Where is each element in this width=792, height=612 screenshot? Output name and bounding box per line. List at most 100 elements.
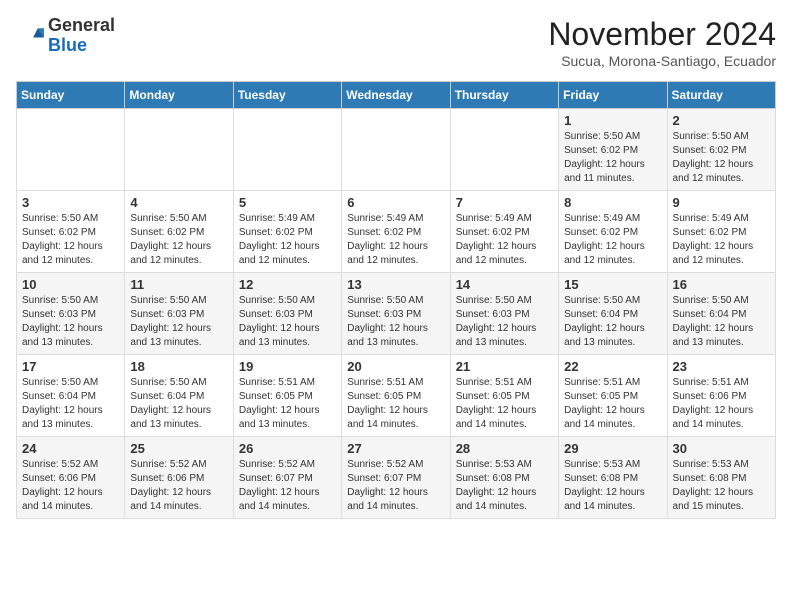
title-area: November 2024 Sucua, Morona-Santiago, Ec… — [548, 16, 776, 69]
day-info: Sunrise: 5:49 AM Sunset: 6:02 PM Dayligh… — [456, 212, 553, 268]
day-info: Sunrise: 5:50 AM Sunset: 6:02 PM Dayligh… — [22, 212, 119, 268]
calendar-cell: 2 Sunrise: 5:50 AM Sunset: 6:02 PM Daylig… — [667, 109, 775, 191]
logo-icon — [16, 22, 44, 50]
calendar-cell: 8 Sunrise: 5:49 AM Sunset: 6:02 PM Daylig… — [559, 191, 667, 273]
day-info: Sunrise: 5:52 AM Sunset: 6:06 PM Dayligh… — [130, 458, 227, 514]
day-number: 19 — [239, 359, 336, 374]
calendar-cell: 10Sunrise: 5:50 AM Sunset: 6:03 PM Dayli… — [17, 273, 125, 355]
day-number: 6 — [347, 195, 444, 210]
day-number: 16 — [673, 277, 770, 292]
calendar-cell: 23 Sunrise: 5:51 AM Sunset: 6:06 PM Dayli… — [667, 355, 775, 437]
calendar-cell: 9 Sunrise: 5:49 AM Sunset: 6:02 PM Daylig… — [667, 191, 775, 273]
calendar-week-row: 17 Sunrise: 5:50 AM Sunset: 6:04 PM Dayli… — [17, 355, 776, 437]
calendar-cell: 18 Sunrise: 5:50 AM Sunset: 6:04 PM Dayli… — [125, 355, 233, 437]
calendar-cell: 6 Sunrise: 5:49 AM Sunset: 6:02 PM Daylig… — [342, 191, 450, 273]
calendar-cell: 21 Sunrise: 5:51 AM Sunset: 6:05 PM Dayli… — [450, 355, 558, 437]
day-info: Sunrise: 5:50 AM Sunset: 6:02 PM Dayligh… — [130, 212, 227, 268]
day-info: Sunrise: 5:53 AM Sunset: 6:08 PM Dayligh… — [564, 458, 661, 514]
header: General Blue November 2024 Sucua, Morona… — [16, 16, 776, 69]
calendar-cell: 11 Sunrise: 5:50 AM Sunset: 6:03 PM Dayli… — [125, 273, 233, 355]
day-info: Sunrise: 5:51 AM Sunset: 6:05 PM Dayligh… — [347, 376, 444, 432]
day-info: Sunrise: 5:51 AM Sunset: 6:05 PM Dayligh… — [564, 376, 661, 432]
calendar-week-row: 3 Sunrise: 5:50 AM Sunset: 6:02 PM Daylig… — [17, 191, 776, 273]
calendar-table: SundayMondayTuesdayWednesdayThursdayFrid… — [16, 81, 776, 519]
calendar-cell: 28Sunrise: 5:53 AM Sunset: 6:08 PM Dayli… — [450, 437, 558, 519]
day-info: Sunrise: 5:50 AM Sunset: 6:04 PM Dayligh… — [673, 294, 770, 350]
day-number: 7 — [456, 195, 553, 210]
day-info: Sunrise: 5:49 AM Sunset: 6:02 PM Dayligh… — [673, 212, 770, 268]
day-number: 1 — [564, 113, 661, 128]
day-info: Sunrise: 5:50 AM Sunset: 6:03 PM Dayligh… — [347, 294, 444, 350]
day-number: 17 — [22, 359, 119, 374]
day-info: Sunrise: 5:49 AM Sunset: 6:02 PM Dayligh… — [347, 212, 444, 268]
calendar-cell: 19 Sunrise: 5:51 AM Sunset: 6:05 PM Dayli… — [233, 355, 341, 437]
day-number: 9 — [673, 195, 770, 210]
day-number: 12 — [239, 277, 336, 292]
day-number: 8 — [564, 195, 661, 210]
day-number: 18 — [130, 359, 227, 374]
calendar-cell: 15 Sunrise: 5:50 AM Sunset: 6:04 PM Dayli… — [559, 273, 667, 355]
day-number: 23 — [673, 359, 770, 374]
day-info: Sunrise: 5:50 AM Sunset: 6:02 PM Dayligh… — [673, 130, 770, 186]
day-info: Sunrise: 5:50 AM Sunset: 6:04 PM Dayligh… — [22, 376, 119, 432]
calendar-cell — [342, 109, 450, 191]
calendar-cell: 13 Sunrise: 5:50 AM Sunset: 6:03 PM Dayli… — [342, 273, 450, 355]
calendar-cell: 7 Sunrise: 5:49 AM Sunset: 6:02 PM Daylig… — [450, 191, 558, 273]
calendar-week-row: 1 Sunrise: 5:50 AM Sunset: 6:02 PM Daylig… — [17, 109, 776, 191]
day-info: Sunrise: 5:49 AM Sunset: 6:02 PM Dayligh… — [239, 212, 336, 268]
calendar-cell: 26 Sunrise: 5:52 AM Sunset: 6:07 PM Dayli… — [233, 437, 341, 519]
day-number: 4 — [130, 195, 227, 210]
day-number: 11 — [130, 277, 227, 292]
day-number: 20 — [347, 359, 444, 374]
logo-blue: Blue — [48, 36, 115, 56]
subtitle: Sucua, Morona-Santiago, Ecuador — [548, 53, 776, 69]
weekday-header: Friday — [559, 82, 667, 109]
calendar-cell: 22Sunrise: 5:51 AM Sunset: 6:05 PM Dayli… — [559, 355, 667, 437]
day-number: 13 — [347, 277, 444, 292]
calendar-cell: 30Sunrise: 5:53 AM Sunset: 6:08 PM Dayli… — [667, 437, 775, 519]
calendar-header: SundayMondayTuesdayWednesdayThursdayFrid… — [17, 82, 776, 109]
weekday-header: Sunday — [17, 82, 125, 109]
day-info: Sunrise: 5:52 AM Sunset: 6:07 PM Dayligh… — [347, 458, 444, 514]
calendar-cell: 5 Sunrise: 5:49 AM Sunset: 6:02 PM Daylig… — [233, 191, 341, 273]
calendar-cell: 25 Sunrise: 5:52 AM Sunset: 6:06 PM Dayli… — [125, 437, 233, 519]
day-number: 3 — [22, 195, 119, 210]
weekday-header: Monday — [125, 82, 233, 109]
calendar-body: 1 Sunrise: 5:50 AM Sunset: 6:02 PM Daylig… — [17, 109, 776, 519]
day-info: Sunrise: 5:51 AM Sunset: 6:06 PM Dayligh… — [673, 376, 770, 432]
day-number: 26 — [239, 441, 336, 456]
day-info: Sunrise: 5:49 AM Sunset: 6:02 PM Dayligh… — [564, 212, 661, 268]
day-number: 24 — [22, 441, 119, 456]
day-info: Sunrise: 5:51 AM Sunset: 6:05 PM Dayligh… — [456, 376, 553, 432]
calendar-week-row: 10Sunrise: 5:50 AM Sunset: 6:03 PM Dayli… — [17, 273, 776, 355]
day-number: 27 — [347, 441, 444, 456]
calendar-cell: 27 Sunrise: 5:52 AM Sunset: 6:07 PM Dayli… — [342, 437, 450, 519]
calendar-cell: 16 Sunrise: 5:50 AM Sunset: 6:04 PM Dayli… — [667, 273, 775, 355]
calendar-cell: 29Sunrise: 5:53 AM Sunset: 6:08 PM Dayli… — [559, 437, 667, 519]
calendar-cell: 20 Sunrise: 5:51 AM Sunset: 6:05 PM Dayli… — [342, 355, 450, 437]
day-info: Sunrise: 5:50 AM Sunset: 6:04 PM Dayligh… — [130, 376, 227, 432]
calendar-week-row: 24 Sunrise: 5:52 AM Sunset: 6:06 PM Dayli… — [17, 437, 776, 519]
weekday-header: Tuesday — [233, 82, 341, 109]
day-number: 25 — [130, 441, 227, 456]
day-info: Sunrise: 5:52 AM Sunset: 6:06 PM Dayligh… — [22, 458, 119, 514]
day-number: 5 — [239, 195, 336, 210]
weekday-header: Saturday — [667, 82, 775, 109]
day-info: Sunrise: 5:51 AM Sunset: 6:05 PM Dayligh… — [239, 376, 336, 432]
calendar-cell: 3 Sunrise: 5:50 AM Sunset: 6:02 PM Daylig… — [17, 191, 125, 273]
logo-general: General — [48, 16, 115, 36]
day-info: Sunrise: 5:50 AM Sunset: 6:04 PM Dayligh… — [564, 294, 661, 350]
day-info: Sunrise: 5:52 AM Sunset: 6:07 PM Dayligh… — [239, 458, 336, 514]
day-number: 2 — [673, 113, 770, 128]
day-number: 15 — [564, 277, 661, 292]
calendar-cell — [233, 109, 341, 191]
calendar-cell — [125, 109, 233, 191]
day-info: Sunrise: 5:50 AM Sunset: 6:03 PM Dayligh… — [130, 294, 227, 350]
day-info: Sunrise: 5:53 AM Sunset: 6:08 PM Dayligh… — [456, 458, 553, 514]
calendar-cell: 24 Sunrise: 5:52 AM Sunset: 6:06 PM Dayli… — [17, 437, 125, 519]
calendar-cell — [450, 109, 558, 191]
calendar-cell: 17 Sunrise: 5:50 AM Sunset: 6:04 PM Dayli… — [17, 355, 125, 437]
day-number: 21 — [456, 359, 553, 374]
calendar-cell: 14Sunrise: 5:50 AM Sunset: 6:03 PM Dayli… — [450, 273, 558, 355]
day-number: 14 — [456, 277, 553, 292]
